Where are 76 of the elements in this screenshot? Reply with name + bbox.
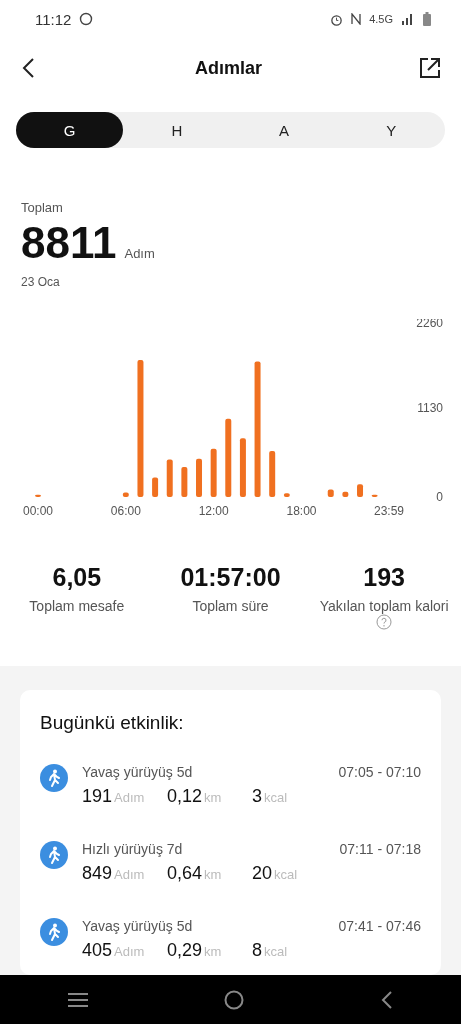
- unit-label: Adım: [114, 944, 145, 959]
- stat-label: Toplam mesafe: [29, 598, 125, 614]
- steps-unit: Adım: [124, 246, 155, 261]
- bar: [122, 492, 129, 497]
- bar: [210, 448, 217, 497]
- axis-label: 2260: [416, 319, 443, 330]
- stat-label: Toplam süre: [192, 598, 269, 614]
- steps-value: 849: [82, 863, 113, 884]
- bar: [357, 484, 363, 497]
- signal-icon: [401, 13, 415, 25]
- calories-value: 8: [252, 940, 262, 961]
- bar: [166, 459, 173, 497]
- network-type: 4.5G: [369, 13, 393, 25]
- bar: [35, 494, 41, 497]
- bar: [327, 489, 334, 497]
- unit-label: km: [204, 790, 222, 805]
- activity-time: 07:11 - 07:18: [339, 841, 421, 857]
- calories-value: 20: [252, 863, 273, 884]
- axis-label: 00:00: [23, 504, 53, 518]
- activity-time: 07:05 - 07:10: [338, 764, 421, 780]
- activity-name: Yavaş yürüyüş 5d: [82, 918, 193, 934]
- bar: [239, 438, 246, 497]
- clock: 11:12: [35, 10, 72, 28]
- bar: [269, 451, 276, 497]
- alarm-icon: [330, 12, 344, 26]
- activity-name: Yavaş yürüyüş 5d: [82, 764, 193, 780]
- share-icon: [419, 57, 441, 79]
- walking-icon: [40, 918, 68, 946]
- unit-label: kcal: [264, 790, 288, 805]
- unit-label: Adım: [114, 790, 145, 805]
- activity-name: Hızlı yürüyüş 7d: [82, 841, 183, 857]
- period-tab[interactable]: G: [16, 112, 124, 148]
- total-label: Toplam: [21, 200, 64, 215]
- stat-value: 6,05: [52, 563, 102, 592]
- axis-label: 12:00: [198, 504, 229, 518]
- unit-label: km: [204, 867, 222, 882]
- unit-label: kcal: [264, 944, 288, 959]
- home-icon[interactable]: [224, 989, 245, 1010]
- axis-label: 0: [436, 490, 443, 504]
- axis-label: 06:00: [110, 504, 141, 518]
- bar: [371, 494, 378, 497]
- stat-label: Yakılan toplam kalori: [319, 598, 449, 614]
- bar: [181, 466, 188, 497]
- battery-icon: [423, 12, 431, 26]
- page-title: Adımlar: [194, 57, 263, 79]
- steps-value: 191: [82, 786, 113, 807]
- back-icon[interactable]: [380, 990, 393, 1009]
- calories-value: 3: [252, 786, 262, 807]
- axis-label: 18:00: [286, 504, 317, 518]
- period-tab[interactable]: Y: [337, 112, 445, 148]
- activity-title: Bugünkü etkinlik:: [40, 712, 185, 734]
- unit-label: km: [204, 944, 222, 959]
- bar: [152, 477, 159, 497]
- unit-label: Adım: [114, 867, 145, 882]
- distance-value: 0,64: [167, 863, 203, 884]
- date-label: 23 Oca: [21, 275, 61, 289]
- activity-time: 07:41 - 07:46: [338, 918, 421, 934]
- nfc-icon: [351, 13, 362, 25]
- stat-value: 193: [363, 563, 406, 592]
- distance-value: 0,12: [167, 786, 203, 807]
- axis-label: 23:59: [374, 504, 404, 518]
- walking-icon: [40, 841, 68, 869]
- chat-icon: [79, 12, 94, 26]
- walking-icon: [40, 764, 68, 792]
- bar: [342, 491, 349, 497]
- menu-icon[interactable]: [68, 992, 89, 1007]
- axis-label: 1130: [417, 401, 443, 415]
- period-tab[interactable]: A: [230, 112, 338, 148]
- period-tab[interactable]: H: [123, 112, 231, 148]
- stat-value: 01:57:00: [180, 563, 281, 592]
- distance-value: 0,29: [167, 940, 203, 961]
- bar: [196, 458, 202, 497]
- total-steps: 8811: [21, 221, 117, 265]
- unit-label: kcal: [274, 867, 298, 882]
- bar: [283, 493, 290, 497]
- steps-value: 405: [82, 940, 113, 961]
